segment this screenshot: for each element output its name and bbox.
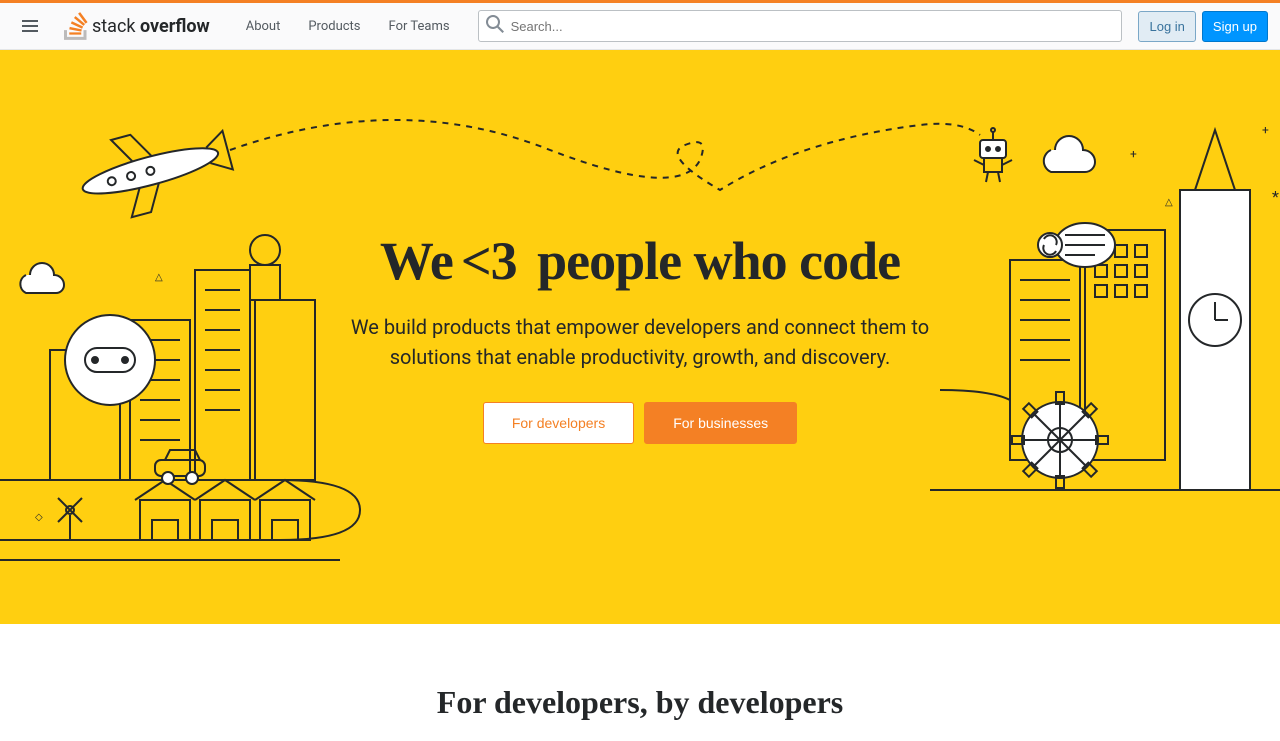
svg-text:◇: ◇ <box>35 512 43 523</box>
developers-section: For developers, by developers <box>0 624 1280 741</box>
auth-buttons: Log in Sign up <box>1138 11 1268 42</box>
hamburger-icon <box>22 20 38 32</box>
search-input[interactable] <box>478 10 1123 42</box>
search-icon <box>486 15 504 37</box>
hamburger-menu-button[interactable] <box>12 8 48 44</box>
site-logo[interactable]: stack overflow <box>64 12 210 40</box>
for-developers-button[interactable]: For developers <box>483 402 634 444</box>
svg-text:*: * <box>1272 187 1279 206</box>
svg-text:+: + <box>1130 147 1137 161</box>
top-nav: About Products For Teams <box>234 13 462 40</box>
login-button[interactable]: Log in <box>1138 11 1195 42</box>
svg-text:△: △ <box>155 272 163 283</box>
svg-text:+: + <box>1262 123 1269 137</box>
hero-content: We<3 people who code We build products t… <box>320 230 960 444</box>
nav-teams[interactable]: For Teams <box>377 13 462 40</box>
svg-text:△: △ <box>1165 197 1173 208</box>
hero-subtitle: We build products that empower developer… <box>340 312 940 372</box>
hero-section: + + * △ △ ◇ We<3 people who code We buil… <box>0 50 1280 624</box>
hero-cta-group: For developers For businesses <box>340 402 940 444</box>
heart-icon: <3 <box>461 231 517 291</box>
search-container <box>478 10 1123 42</box>
signup-button[interactable]: Sign up <box>1202 11 1268 42</box>
nav-products[interactable]: Products <box>296 13 372 40</box>
section2-title: For developers, by developers <box>20 684 1260 721</box>
stackoverflow-icon <box>64 12 88 40</box>
nav-about[interactable]: About <box>234 13 293 40</box>
main-header: stack overflow About Products For Teams … <box>0 3 1280 50</box>
hero-title: We<3 people who code <box>340 230 940 292</box>
for-businesses-button[interactable]: For businesses <box>644 402 797 444</box>
logo-text: stack overflow <box>92 16 210 37</box>
